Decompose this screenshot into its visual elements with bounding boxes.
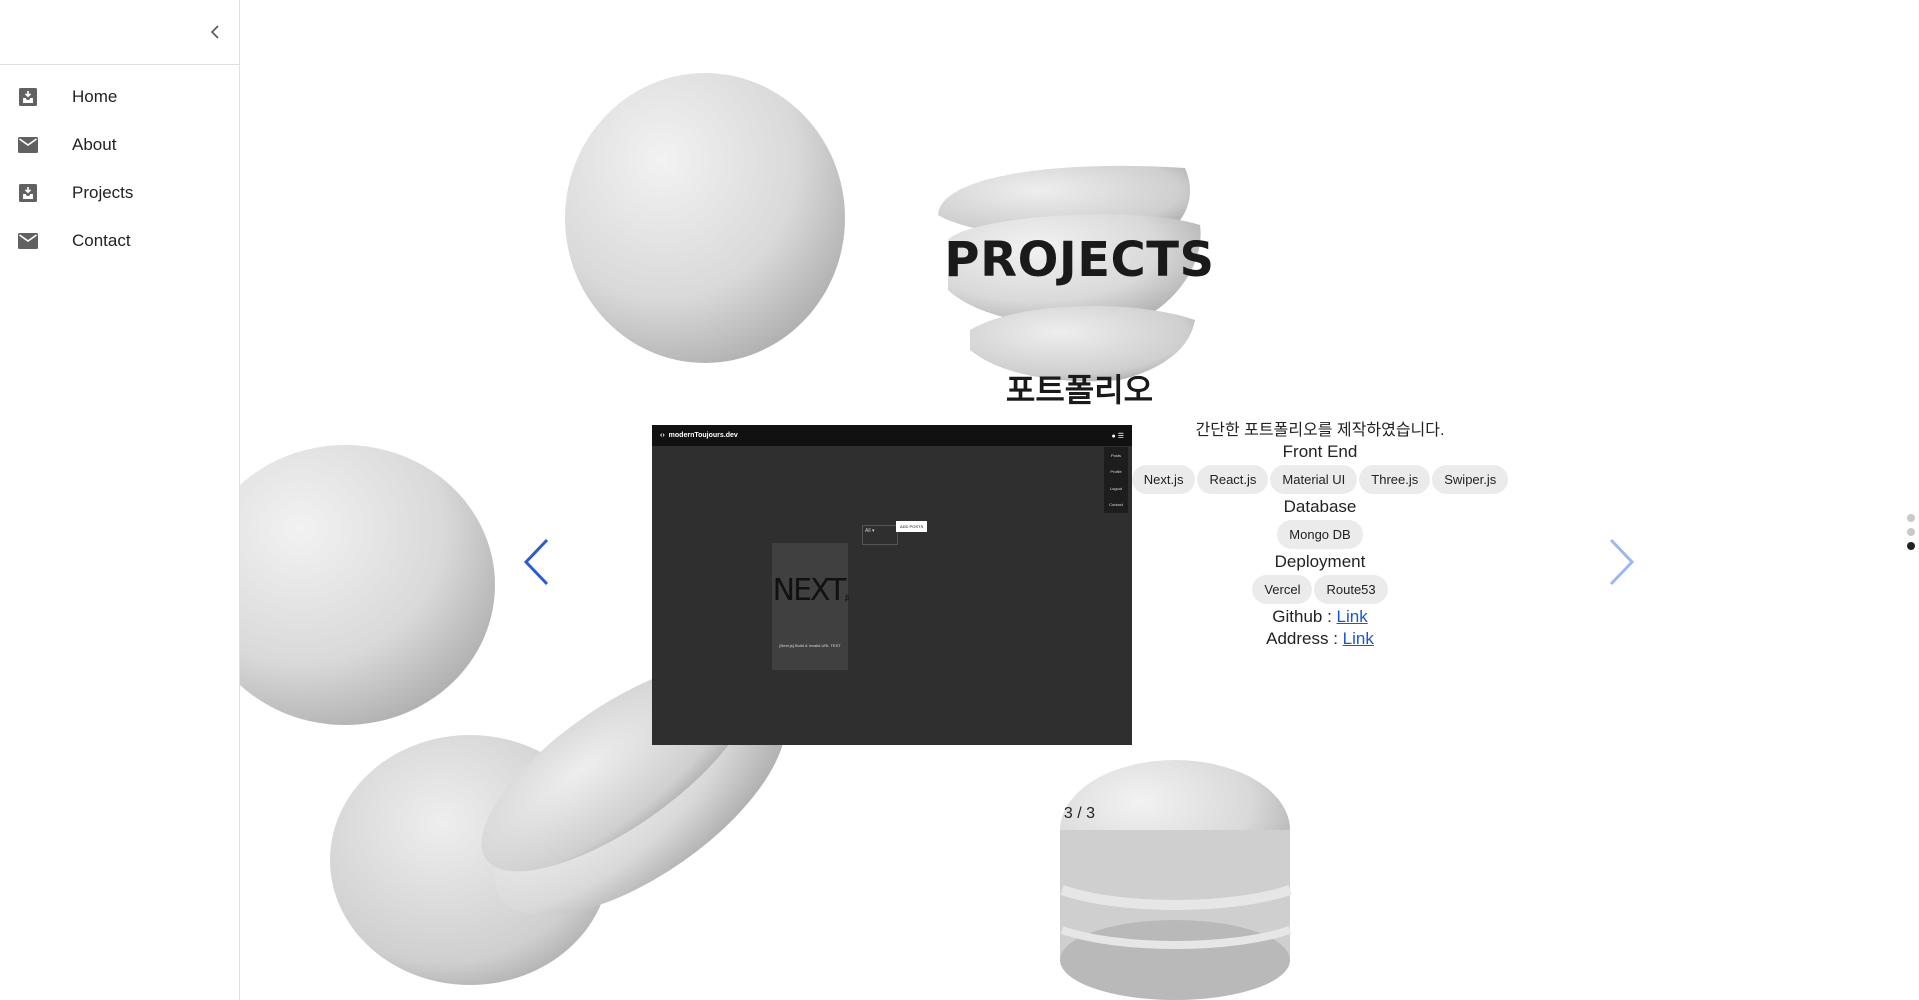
address-label: Address : bbox=[1266, 629, 1343, 648]
screenshot-filter-select: All ▾ bbox=[862, 525, 898, 545]
tech-chip: Next.js bbox=[1131, 465, 1196, 494]
tech-chip: React.js bbox=[1197, 465, 1269, 494]
frontend-chips: Next.js React.js Material UI Three.js Sw… bbox=[1120, 465, 1520, 494]
sidebar-item-contact[interactable]: Contact bbox=[0, 217, 239, 265]
sidebar-item-label: About bbox=[72, 135, 117, 154]
chevron-right-icon bbox=[1609, 538, 1635, 586]
collapse-sidebar-button[interactable] bbox=[203, 20, 227, 44]
deployment-chips: Vercel Route53 bbox=[1120, 575, 1520, 604]
section-dot[interactable] bbox=[1907, 528, 1915, 536]
section-dot[interactable] bbox=[1907, 514, 1915, 522]
inbox-download-icon bbox=[16, 85, 40, 109]
chevron-left-icon bbox=[523, 538, 549, 586]
prev-slide-button[interactable] bbox=[522, 538, 552, 586]
project-screenshot[interactable]: ‹› modernToujours.dev ● ☰ Posts Profile … bbox=[652, 425, 1132, 745]
tech-chip: Vercel bbox=[1252, 575, 1313, 604]
screenshot-card-caption: [Next.js] Build & Invalid URL TEST bbox=[779, 643, 841, 648]
address-line: Address : Link bbox=[1120, 629, 1520, 649]
inbox-download-icon bbox=[16, 181, 40, 205]
sidebar-item-home[interactable]: Home bbox=[0, 73, 239, 121]
sidebar-nav: Home About Projects Contact bbox=[0, 65, 239, 265]
tech-chip: Swiper.js bbox=[1432, 465, 1509, 494]
screenshot-header: ‹› modernToujours.dev ● ☰ bbox=[652, 425, 1132, 446]
sidebar-item-about[interactable]: About bbox=[0, 121, 239, 169]
next-slide-button[interactable] bbox=[1606, 538, 1636, 586]
screenshot-add-posts-button: ADD POSTS bbox=[896, 521, 928, 532]
page-title: PROJECTS bbox=[944, 232, 1215, 288]
github-link[interactable]: Link bbox=[1337, 607, 1368, 626]
frontend-heading: Front End bbox=[1282, 442, 1358, 461]
mail-icon bbox=[16, 133, 40, 157]
sidebar-drawer: Home About Projects Contact bbox=[0, 0, 240, 1000]
sidebar-item-label: Projects bbox=[72, 183, 134, 202]
projects-section: PROJECTS 포트폴리오 ‹› modernToujours.dev ● ☰… bbox=[240, 0, 1919, 1000]
sidebar-header bbox=[0, 0, 239, 65]
nextjs-logo: NEXT.js bbox=[772, 573, 850, 608]
tech-chip: Route53 bbox=[1314, 575, 1388, 604]
project-description: 간단한 포트폴리오를 제작하였습니다. bbox=[1195, 422, 1445, 439]
tech-chip: Three.js bbox=[1359, 465, 1431, 494]
sidebar-item-label: Home bbox=[72, 87, 118, 106]
mail-icon bbox=[16, 229, 40, 253]
github-label: Github : bbox=[1272, 607, 1337, 626]
chevron-left-icon bbox=[210, 25, 219, 39]
database-heading: Database bbox=[1283, 497, 1357, 516]
slide-pagination: 3 / 3 bbox=[1063, 805, 1096, 822]
deployment-heading: Deployment bbox=[1274, 552, 1366, 571]
sidebar-item-label: Contact bbox=[72, 231, 131, 250]
screenshot-site-name: modernToujours.dev bbox=[668, 432, 738, 439]
section-dots bbox=[1907, 514, 1919, 556]
tech-chip: Material UI bbox=[1270, 465, 1358, 494]
tech-chip: Mongo DB bbox=[1277, 520, 1363, 549]
address-link[interactable]: Link bbox=[1343, 629, 1374, 648]
project-details: 간단한 포트폴리오를 제작하였습니다. Front End Next.js Re… bbox=[1120, 412, 1520, 651]
project-title: 포트폴리오 bbox=[1005, 371, 1154, 409]
code-icon: ‹› bbox=[660, 432, 665, 439]
sidebar-item-projects[interactable]: Projects bbox=[0, 169, 239, 217]
screenshot-post-card: NEXT.js [Next.js] Build & Invalid URL TE… bbox=[772, 543, 850, 670]
database-chips: Mongo DB bbox=[1120, 520, 1520, 549]
github-line: Github : Link bbox=[1120, 607, 1520, 627]
section-dot-active[interactable] bbox=[1907, 542, 1915, 550]
